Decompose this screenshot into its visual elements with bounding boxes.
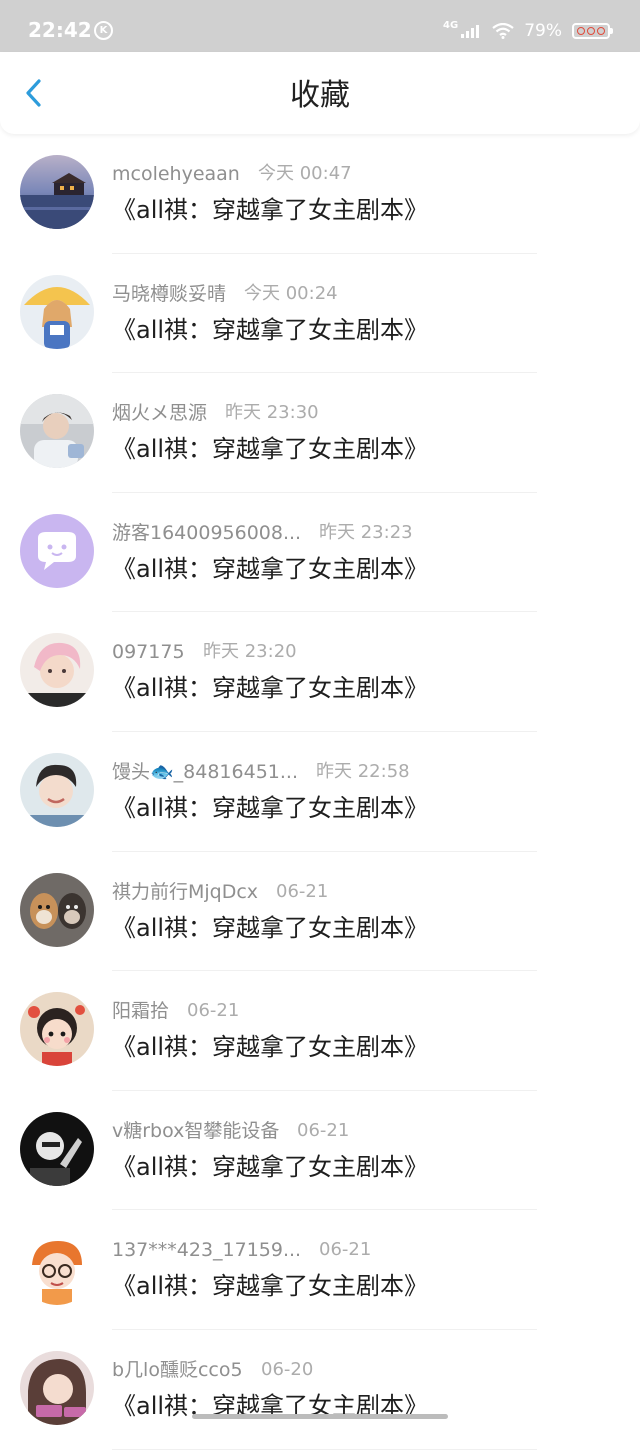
avatar-image — [20, 872, 94, 947]
list-item[interactable]: 馒头🐟_84816451... 昨天 22:58 《all祺：穿越拿了女主剧本》 — [0, 732, 640, 852]
timestamp: 今天 00:47 — [258, 163, 352, 184]
timestamp: 06-21 — [319, 1239, 372, 1261]
wifi-icon — [492, 23, 514, 39]
avatar[interactable] — [20, 1350, 94, 1425]
list-item[interactable]: 097175 昨天 23:20 《all祺：穿越拿了女主剧本》 — [0, 612, 640, 732]
page-title: 收藏 — [290, 78, 350, 113]
favorite-title[interactable]: 《all祺：穿越拿了女主剧本》 — [112, 1030, 428, 1064]
avatar-image — [20, 513, 94, 588]
meta-line: b几lo醺贬cco5 06-20 — [112, 1357, 313, 1383]
timestamp: 昨天 23:23 — [319, 521, 413, 543]
username[interactable]: 祺力前行MjqDcx — [112, 879, 258, 905]
avatar-image — [20, 1350, 94, 1425]
favorite-title[interactable]: 《all祺：穿越拿了女主剧本》 — [112, 671, 428, 705]
favorite-title[interactable]: 《all祺：穿越拿了女主剧本》 — [112, 1150, 428, 1184]
list-item[interactable]: 137***423_17159... 06-21 《all祺：穿越拿了女主剧本》 — [0, 1210, 640, 1330]
avatar-image — [20, 155, 94, 229]
avatar-image — [20, 752, 94, 827]
avatar[interactable] — [20, 992, 94, 1067]
list-item[interactable]: 马晓樽赕妥晴 今天 00:24 《all祺：穿越拿了女主剧本》 — [0, 254, 640, 374]
avatar[interactable] — [20, 752, 94, 827]
avatar[interactable] — [20, 633, 94, 708]
timestamp: 06-21 — [187, 1000, 240, 1022]
meta-line: 097175 昨天 23:20 — [112, 639, 297, 665]
favorite-title[interactable]: 《all祺：穿越拿了女主剧本》 — [112, 911, 428, 945]
favorite-title[interactable]: 《all祺：穿越拿了女主剧本》 — [112, 313, 428, 347]
favorite-title[interactable]: 《all祺：穿越拿了女主剧本》 — [112, 552, 428, 586]
battery-icon — [572, 23, 613, 39]
meta-line: 马晓樽赕妥晴 今天 00:24 — [112, 281, 338, 307]
list-item[interactable]: b几lo醺贬cco5 06-20 《all祺：穿越拿了女主剧本》 — [0, 1330, 640, 1450]
battery-cell — [587, 27, 595, 35]
favorite-title[interactable]: 《all祺：穿越拿了女主剧本》 — [112, 791, 428, 825]
username[interactable]: 游客16400956008... — [112, 520, 301, 546]
favorites-list: mcolehyeaan 今天 00:47 《all祺：穿越拿了女主剧本》 马晓樽赕妥晴… — [0, 134, 640, 1450]
username[interactable]: 097175 — [112, 639, 185, 665]
username[interactable]: 馒头🐟_84816451... — [112, 759, 298, 785]
network-type-label: 4G — [443, 19, 459, 31]
username[interactable]: 马晓樽赕妥晴 — [112, 281, 226, 307]
avatar-image — [20, 633, 94, 708]
status-icons: 4G 79% — [443, 18, 613, 44]
avatar[interactable] — [20, 394, 94, 469]
avatar-image — [20, 1111, 94, 1186]
meta-line: 阳霜拾 06-21 — [112, 998, 239, 1024]
username[interactable]: 阳霜拾 — [112, 998, 169, 1024]
avatar[interactable] — [20, 513, 94, 588]
list-item[interactable]: 烟火メ思源 昨天 23:30 《all祺：穿越拿了女主剧本》 — [0, 373, 640, 493]
username[interactable]: 烟火メ思源 — [112, 400, 207, 426]
favorite-title[interactable]: 《all祺：穿越拿了女主剧本》 — [112, 1269, 428, 1303]
timestamp: 06-20 — [261, 1358, 314, 1380]
list-item[interactable]: 游客16400956008... 昨天 23:23 《all祺：穿越拿了女主剧本》 — [0, 493, 640, 613]
avatar[interactable] — [20, 1231, 94, 1306]
divider — [112, 1448, 537, 1450]
avatar[interactable] — [20, 274, 94, 349]
meta-line: 烟火メ思源 昨天 23:30 — [112, 400, 319, 426]
timestamp: 今天 00:24 — [244, 282, 338, 304]
k-circle-icon: K — [94, 21, 113, 40]
avatar[interactable] — [20, 872, 94, 947]
status-time: 22:42 — [28, 18, 92, 42]
meta-line: 游客16400956008... 昨天 23:23 — [112, 520, 413, 546]
list-item[interactable]: 阳霜拾 06-21 《all祺：穿越拿了女主剧本》 — [0, 971, 640, 1091]
meta-line: 祺力前行MjqDcx 06-21 — [112, 879, 328, 905]
avatar-image — [20, 992, 94, 1067]
timestamp: 昨天 23:30 — [225, 402, 319, 424]
favorite-title[interactable]: 《all祺：穿越拿了女主剧本》 — [112, 193, 428, 227]
timestamp: 昨天 23:20 — [203, 641, 297, 663]
meta-line: 馒头🐟_84816451... 昨天 22:58 — [112, 759, 410, 785]
meta-line: v糖rbox智攀能设备 06-21 — [112, 1118, 349, 1144]
signal-icon — [461, 25, 480, 38]
username[interactable]: mcolehyeaan — [112, 161, 240, 187]
home-indicator[interactable] — [192, 1414, 448, 1419]
list-item[interactable]: mcolehyeaan 今天 00:47 《all祺：穿越拿了女主剧本》 — [0, 134, 640, 254]
battery-cell — [577, 27, 585, 35]
timestamp: 06-21 — [297, 1119, 350, 1141]
username[interactable]: b几lo醺贬cco5 — [112, 1357, 243, 1383]
avatar-image — [20, 274, 94, 349]
timestamp: 06-21 — [276, 880, 329, 902]
timestamp: 昨天 22:58 — [316, 760, 410, 782]
avatar[interactable] — [20, 155, 94, 229]
avatar-image — [20, 1231, 94, 1306]
favorite-title[interactable]: 《all祺：穿越拿了女主剧本》 — [112, 432, 428, 466]
battery-cell — [597, 27, 605, 35]
meta-line: 137***423_17159... 06-21 — [112, 1237, 371, 1263]
username[interactable]: v糖rbox智攀能设备 — [112, 1118, 279, 1144]
nav-bar: 收藏 — [0, 52, 640, 134]
list-item[interactable]: 祺力前行MjqDcx 06-21 《all祺：穿越拿了女主剧本》 — [0, 852, 640, 972]
avatar[interactable] — [20, 1111, 94, 1186]
username[interactable]: 137***423_17159... — [112, 1237, 301, 1263]
list-item[interactable]: v糖rbox智攀能设备 06-21 《all祺：穿越拿了女主剧本》 — [0, 1091, 640, 1211]
avatar-image — [20, 394, 94, 469]
status-bar: 22:42 K 4G 79% — [0, 0, 640, 52]
battery-percent: 79% — [524, 21, 562, 41]
meta-line: mcolehyeaan 今天 00:47 — [112, 161, 352, 187]
